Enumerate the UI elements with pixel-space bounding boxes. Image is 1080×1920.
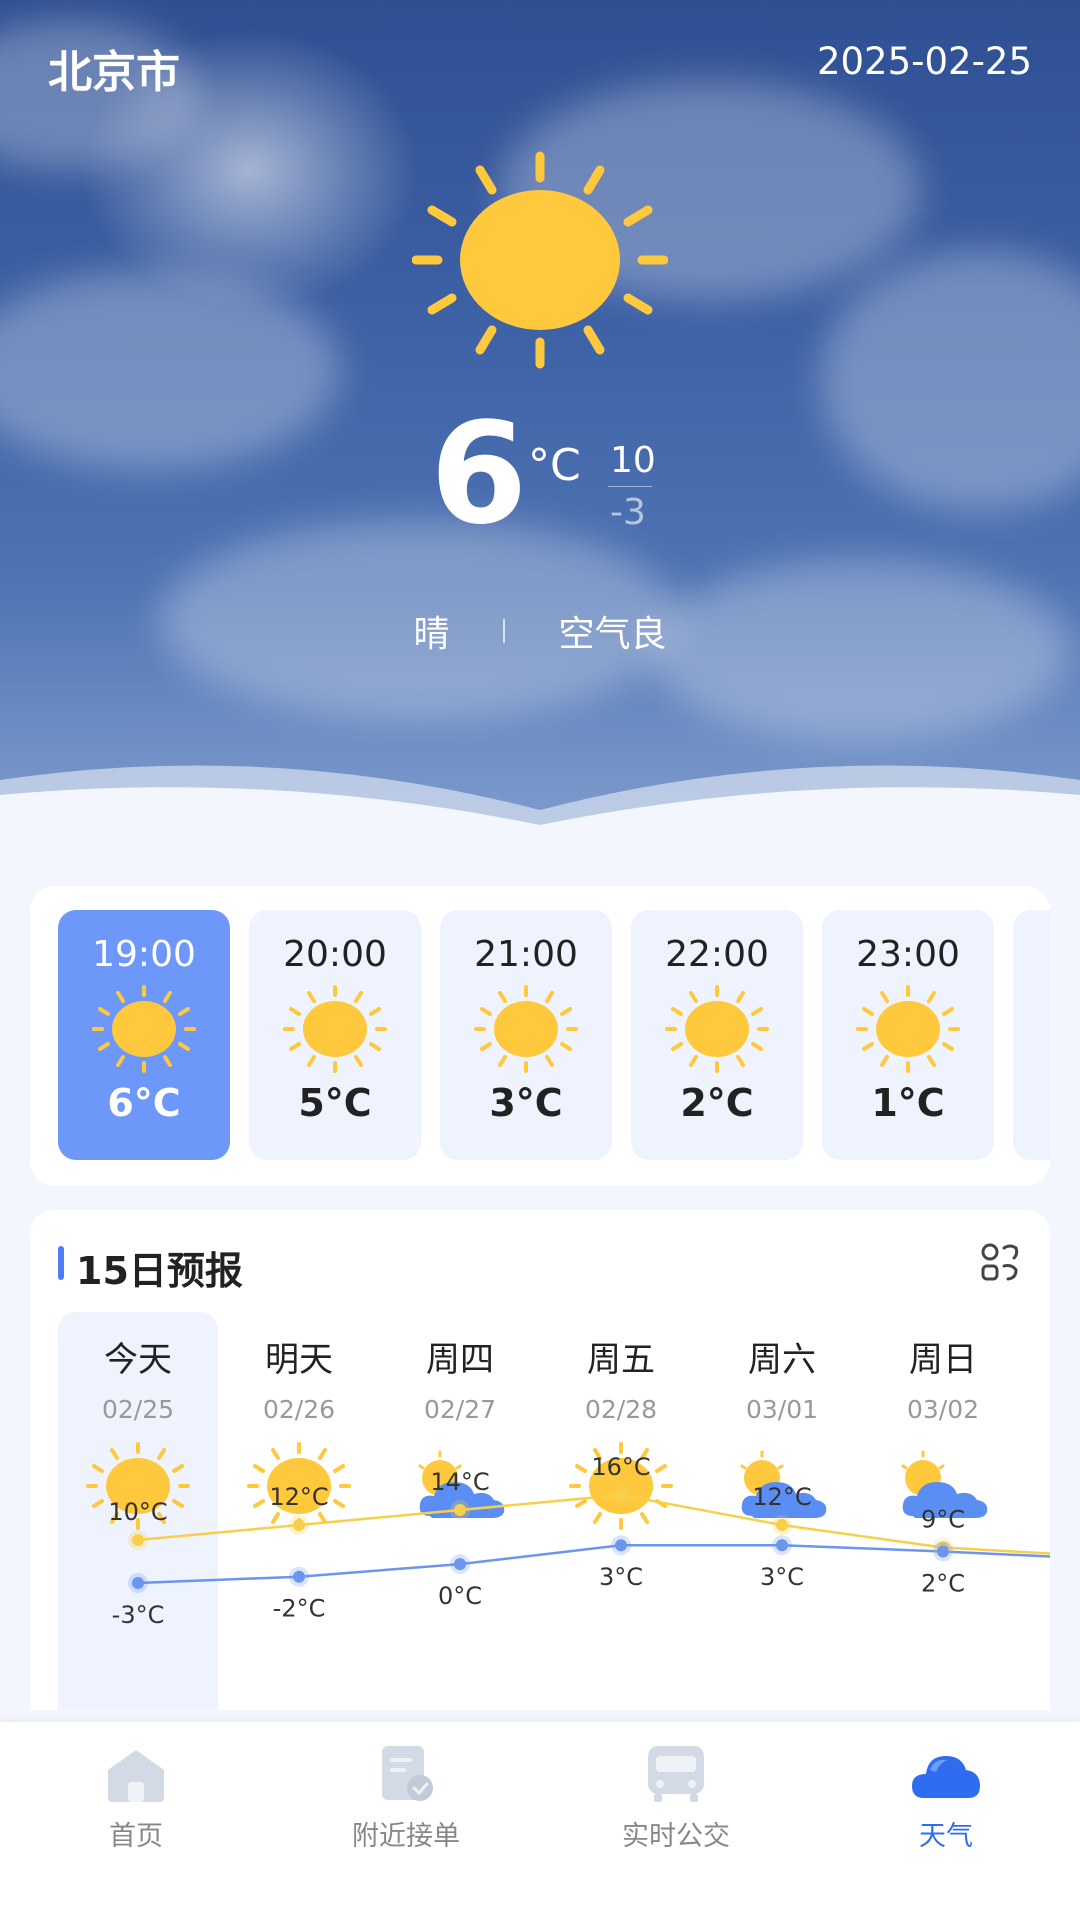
high-low-divider bbox=[608, 486, 652, 487]
sun-icon bbox=[412, 151, 668, 369]
hour-time: 23:00 bbox=[856, 934, 960, 975]
sun-icon bbox=[1047, 985, 1050, 1073]
orders-icon bbox=[382, 1746, 433, 1801]
low-temp-label: 3°C bbox=[599, 1563, 643, 1591]
low-temp-line bbox=[137, 1543, 1050, 1585]
temperature-trend: 10°C -3°C 12°C -2°C 14°C 0°C 16°C 3°C 12°C 3°C 9°C… bbox=[108, 1453, 1050, 1629]
nav-label: 首页 bbox=[109, 1821, 163, 1852]
hour-time: 22:00 bbox=[665, 934, 769, 975]
nav-nearby-orders[interactable]: 附近接单 bbox=[306, 1742, 506, 1853]
sky-cloud bbox=[0, 270, 340, 470]
bus-icon bbox=[648, 1746, 704, 1802]
nav-weather[interactable]: 天气 bbox=[846, 1742, 1046, 1853]
hour-card[interactable]: 20:00 5°C bbox=[249, 910, 421, 1160]
sun-icon bbox=[665, 985, 769, 1073]
sun-icon bbox=[856, 985, 960, 1073]
current-date: 2025-02-25 bbox=[816, 40, 1032, 83]
hour-time: 20:00 bbox=[283, 934, 387, 975]
low-temp-label: 2°C bbox=[921, 1570, 965, 1598]
hour-time: 19:00 bbox=[92, 934, 196, 975]
low-temp-point bbox=[937, 1545, 949, 1558]
current-temperature: 6 bbox=[430, 393, 528, 556]
high-temp-point bbox=[454, 1504, 466, 1516]
low-temp-point bbox=[454, 1558, 466, 1571]
hero-wave bbox=[0, 765, 1080, 830]
nav-label: 天气 bbox=[919, 1821, 973, 1852]
sun-icon bbox=[474, 985, 578, 1073]
low-temp-point bbox=[615, 1539, 627, 1552]
high-temp-label: 16°C bbox=[591, 1453, 650, 1481]
high-temp-label: 12°C bbox=[752, 1483, 811, 1511]
weather-condition: 晴 bbox=[413, 614, 450, 655]
low-temp-label: 3°C bbox=[760, 1563, 804, 1591]
low-temp-label: -3°C bbox=[112, 1601, 165, 1629]
sun-icon bbox=[92, 985, 196, 1073]
hour-time: 0 bbox=[1013, 934, 1050, 975]
hourly-forecast-card[interactable]: 19:00 6°C 20:00 5°C 21:00 3°C 22:00 2°C … bbox=[30, 886, 1050, 1186]
home-icon bbox=[108, 1750, 164, 1802]
high-temp-label: 12°C bbox=[269, 1483, 328, 1511]
hour-card[interactable]: 23:00 1°C bbox=[822, 910, 994, 1160]
low-temp-point bbox=[132, 1577, 144, 1589]
high-temp-label: 10°C bbox=[108, 1498, 167, 1526]
hour-card[interactable]: 19:00 6°C bbox=[58, 910, 230, 1160]
high-temp-point bbox=[132, 1534, 144, 1546]
hour-temperature: 2°C bbox=[680, 1081, 754, 1125]
low-temp-label: -2°C bbox=[273, 1595, 326, 1623]
nav-label: 附近接单 bbox=[352, 1821, 460, 1852]
high-temp-label: 14°C bbox=[430, 1468, 489, 1496]
nav-label: 实时公交 bbox=[622, 1821, 730, 1852]
high-temp-point bbox=[293, 1519, 305, 1531]
high-temp-label: 9°C bbox=[921, 1506, 965, 1534]
nav-home[interactable]: 首页 bbox=[36, 1742, 236, 1853]
cloud-icon bbox=[912, 1756, 980, 1798]
hour-temperature: 1°C bbox=[871, 1081, 945, 1125]
low-temp-point bbox=[293, 1570, 305, 1583]
hour-card[interactable]: 0 bbox=[1013, 910, 1050, 1160]
weather-hero: 北京市 2025-02-25 6 °C 10 -3 晴 空气良 bbox=[0, 0, 1080, 830]
bottom-nav: 首页 附近接单 实时公交 天气 bbox=[0, 1722, 1080, 1920]
hour-time: 21:00 bbox=[474, 934, 578, 975]
hour-card[interactable]: 22:00 2°C bbox=[631, 910, 803, 1160]
city-name[interactable]: 北京市 bbox=[48, 36, 180, 100]
high-temp-point bbox=[615, 1489, 627, 1501]
low-temp-point bbox=[776, 1539, 788, 1552]
condition-row: 晴 空气良 bbox=[0, 605, 1080, 657]
sun-icon bbox=[283, 985, 387, 1073]
high-temp-point bbox=[776, 1519, 788, 1531]
low-temp-label: 0°C bbox=[438, 1582, 482, 1610]
air-quality[interactable]: 空气良 bbox=[558, 605, 666, 657]
forecast-card[interactable]: 15日预报 今天 02/25 明天 02/26 周四 02/27 周五 02/2… bbox=[30, 1210, 1050, 1710]
hour-card[interactable]: 21:00 3°C bbox=[440, 910, 612, 1160]
hour-temperature: 5°C bbox=[298, 1081, 372, 1125]
sky-cloud bbox=[820, 250, 1080, 510]
hour-temperature: 3°C bbox=[489, 1081, 563, 1125]
temperature-unit: °C bbox=[528, 440, 581, 491]
today-low: -3 bbox=[610, 492, 646, 533]
nav-realtime-bus[interactable]: 实时公交 bbox=[576, 1742, 776, 1853]
divider bbox=[503, 619, 505, 643]
hour-temperature: 6°C bbox=[107, 1081, 181, 1125]
today-high: 10 bbox=[610, 440, 656, 481]
